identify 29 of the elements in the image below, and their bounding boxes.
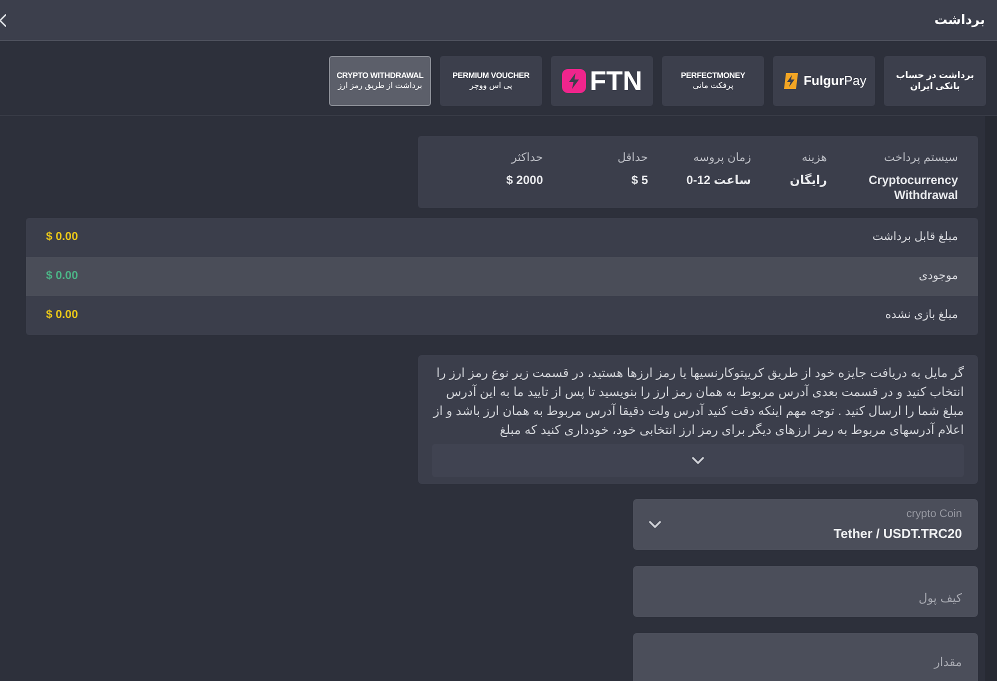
table-cell-text: Cryptocurrency Withdrawal (868, 173, 958, 204)
chevron-down-icon (649, 521, 661, 528)
chevron-left-icon[interactable] (0, 14, 6, 26)
lightning-logo-icon (562, 69, 586, 93)
table-cell: 0-12 ساعت (686, 173, 751, 188)
page-title: برداشت (934, 11, 985, 30)
balance-label: مبلغ بازی نشده (885, 308, 958, 323)
expand-button[interactable] (432, 444, 964, 477)
balance-label: موجودی (918, 268, 958, 284)
table-cell: $ 2000 (506, 173, 543, 188)
payment-method-tab[interactable]: برداشت در حساب بانکی ایران (884, 56, 986, 106)
coin-select[interactable]: crypto Coin Tether / USDT.TRC20 (633, 499, 978, 550)
column-header: زمان پروسه (693, 151, 751, 166)
balance-value: $ 0.00 (46, 268, 78, 284)
table-cell: $ 5 (631, 173, 648, 188)
payment-method-tab[interactable]: FTN (551, 56, 653, 106)
description-text: گر مایل به دریافت جایزه خود از طریق کریپتوکارنسیها یا رمز ارزها هستید، در قسمت زیر نوع رمز ارز را انتخاب کنید و در قسمت بعدی آدرس مربوط به همان رمز ارز را بنویسید تا پس از تایید ما به این آدرس مبلغ شما را ارسال کنید . توجه مهم اینکه دقت کنید آدرس ولت دقیقا آدرس مربوط به همان ارز باشد و از اعلام آدرسهای مربوط به رمز ارزهای دیگر برای رمز ارز انتخابی خود، خودداری کنید که مبلغ (432, 364, 964, 439)
column-header: حداقل (617, 151, 648, 166)
column-header: هزینه (802, 151, 827, 166)
balance-value: $ 0.00 (46, 230, 78, 245)
wallet-field[interactable]: کیف پول (633, 566, 978, 617)
balance-value: $ 0.00 (46, 308, 78, 323)
lightning-logo-icon (782, 72, 800, 90)
column-header: حداکثر (511, 151, 543, 166)
table-cell: رایگان (790, 173, 827, 188)
column-header: سیستم پرداخت (884, 151, 958, 166)
balance-label: مبلغ قابل برداشت (872, 230, 958, 245)
payment-method-tab[interactable]: FulgurPay (773, 56, 875, 106)
amount-field[interactable]: مقدار (633, 633, 978, 681)
